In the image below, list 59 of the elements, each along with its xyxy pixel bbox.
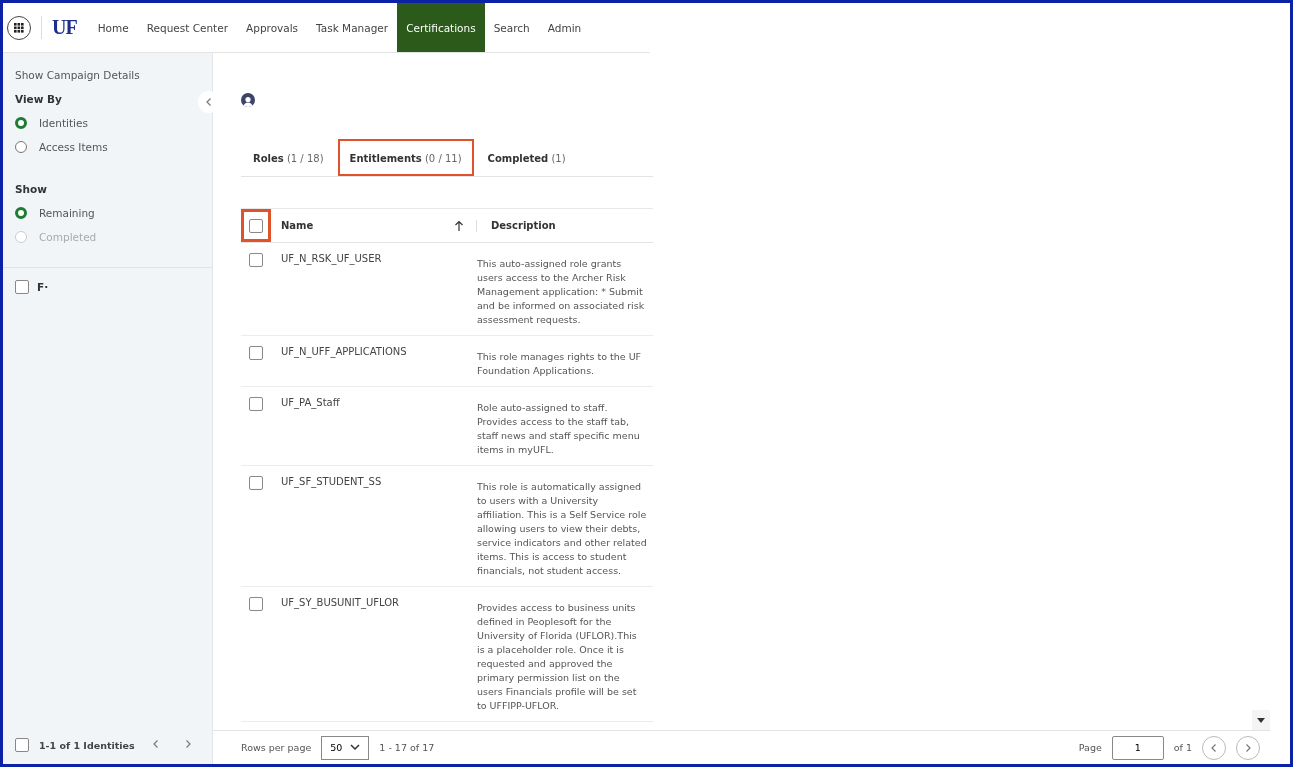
row-checkbox[interactable] [249, 253, 263, 267]
page-total: of 1 [1173, 742, 1192, 753]
chevron-left-icon [1209, 742, 1219, 753]
nav-item[interactable]: Request Center [137, 3, 238, 52]
group-title: View By [15, 93, 63, 105]
row-checkbox[interactable] [249, 597, 263, 611]
nav-item[interactable]: Search [484, 3, 539, 52]
checkbox[interactable] [15, 280, 29, 294]
logo[interactable]: UF [41, 16, 89, 39]
tab[interactable]: Entitlements (0 / 11) [337, 139, 474, 176]
select-all-checkbox[interactable] [249, 218, 263, 233]
table-cell-text: UF_PA_Staff [280, 397, 341, 411]
column-header[interactable]: Description [477, 220, 556, 231]
campaign-details-link[interactable]: Show Campaign Details [15, 69, 200, 81]
radio-label: Remaining [39, 207, 95, 219]
rows-per-page-select[interactable]: 50 [321, 735, 370, 760]
column-header[interactable]: Name [271, 220, 441, 231]
rows-per-page-label: Rows per page [241, 742, 312, 753]
chevron-down-icon [350, 744, 361, 751]
radio-label: Access Items [39, 141, 108, 153]
next-page-button[interactable] [1236, 735, 1260, 760]
table-cell-text: Role auto-assigned to staff. Provides access to the staff tab, staff news and staff specific menu items in myUFL. [477, 401, 641, 457]
tab[interactable]: Completed (1) [475, 139, 578, 176]
identity-label[interactable]: F· [37, 281, 49, 293]
group-title: Show [15, 183, 48, 195]
table-cell-text: UF_N_RSK_UF_USER [280, 253, 383, 267]
table-cell-text: UF_N_UFF_APPLICATIONS [280, 346, 408, 360]
radio-button[interactable] [15, 117, 27, 129]
table-cell-text: UF_SF_STUDENT_SS [280, 476, 383, 490]
radio-button[interactable] [15, 141, 27, 153]
table-cell-text: UF_SY_BUSUNIT_UFLOR [280, 597, 401, 611]
identity-count: 1-1 of 1 Identities [39, 739, 135, 751]
radio-label: Identities [39, 117, 88, 129]
row-checkbox[interactable] [249, 476, 263, 490]
previous-page-button[interactable] [1202, 735, 1226, 760]
row-checkbox[interactable] [249, 346, 263, 360]
nav-item[interactable]: Approvals [237, 3, 308, 52]
table-cell-text: This auto-assigned role grants users access to the Archer Risk Management application: * Submit and be informed on associated risk assessment requests. [477, 257, 646, 327]
nav-item[interactable]: Admin [538, 3, 591, 52]
table-cell-text: Provides access to business units defined in Peoplesoft for the University of Florida (UFLOR).This is a placeholder role. Once it is requested and approved the primary permission list on the users Financials profile will be set to UFFIPP-UFLOR. [477, 601, 638, 713]
nav-item[interactable]: Task Manager [307, 3, 398, 52]
radio-label: Completed [39, 231, 97, 243]
chevron-left-icon [204, 97, 214, 107]
row-range: 1 - 17 of 17 [379, 742, 435, 753]
radio-button[interactable] [15, 207, 27, 219]
chevron-right-icon [1243, 742, 1253, 753]
page-label: Page [1078, 742, 1102, 753]
tab[interactable]: Roles (1 / 18) [241, 139, 336, 176]
table-cell-text: This role manages rights to the UF Foundation Applications. [477, 350, 643, 378]
page-input[interactable]: 1 [1111, 735, 1164, 760]
checkbox[interactable] [15, 738, 29, 752]
row-checkbox[interactable] [249, 397, 263, 411]
sort-ascending-icon[interactable] [453, 219, 464, 232]
app-menu-button[interactable] [7, 16, 31, 40]
nav-item[interactable]: Home [88, 3, 138, 52]
grid-icon [14, 23, 24, 33]
table-cell-text: This role is automatically assigned to users with a University affiliation. This is a Self Service role allowing users to view their debts, service indicators and other related items. This is access to student financials, not student access. [477, 480, 647, 578]
avatar-icon [241, 93, 255, 107]
nav-item[interactable]: Certifications [397, 3, 485, 52]
